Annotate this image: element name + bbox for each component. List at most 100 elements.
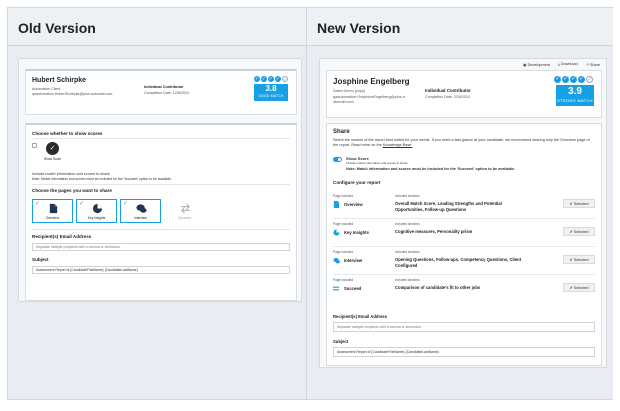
old-candidate-card: Hubert Schirpke Automation Client qaauto… — [25, 69, 297, 115]
candidate-email: qaautomation.HubertSchirpke@plus.automat… — [32, 92, 113, 96]
candidate-role: Automation Client — [32, 87, 61, 91]
pie-chart-icon — [333, 229, 340, 236]
completion-date: Completion Date: 2/28/2024 — [425, 95, 470, 99]
candidate-role: Sales Demo (copy) — [333, 89, 366, 93]
show-score-toggle-icon[interactable]: ✓ — [46, 142, 59, 155]
comparison-frame: Old Version Hubert Schirpke Automation C… — [7, 7, 613, 400]
check-icon: ✓ — [268, 76, 274, 82]
old-share-options: Choose whether to show scores ✓ Show Sco… — [25, 123, 297, 301]
report-row-interview: Page included Included sections Intervie… — [333, 249, 595, 275]
new-candidate-card: Josphine Engelberg Sales Demo (copy) qaa… — [326, 70, 602, 118]
check-icon: ✓ — [123, 201, 129, 207]
old-version-title: Old Version — [8, 8, 306, 46]
recipients-input[interactable]: Separate multiple recipients with a comm… — [32, 243, 290, 251]
check-icon: ✓ — [554, 76, 561, 83]
included-sections: Comparison of candidate's fit to other j… — [395, 285, 481, 290]
divider — [32, 229, 290, 230]
new-share-options: Share Select the version of the report b… — [326, 123, 602, 366]
report-row-overview: Page included Included sections Overview… — [333, 193, 595, 219]
contributor-label: Individual Contributor — [425, 88, 471, 93]
tile-label: Interview — [134, 216, 147, 220]
knowledge-base-link[interactable]: Knowledge Base. — [383, 143, 413, 147]
recipients-label: Recipient(s) Email Address — [333, 314, 388, 319]
show-score-checkbox[interactable] — [32, 143, 37, 148]
tile-label: Succeed — [178, 216, 191, 220]
check-empty-icon: ✓ — [282, 76, 288, 83]
development-button[interactable]: ▣ Development — [523, 62, 550, 67]
report-row-succeed: Page included Included sections Succeed … — [333, 277, 595, 303]
subject-label: Subject — [333, 339, 349, 344]
check-icon: ✓ — [570, 76, 577, 83]
selected-button[interactable]: ✔ Selected — [563, 199, 595, 208]
new-version-title: New Version — [307, 8, 613, 46]
match-score-badge: 3.8 GOOD MATCH — [254, 84, 288, 101]
download-button[interactable]: ⤓ Download — [558, 62, 578, 67]
tile-succeed[interactable]: Succeed — [164, 199, 205, 223]
share-description: Select the version of the report best su… — [333, 138, 590, 147]
tile-label: Overview — [45, 216, 60, 220]
recipients-input[interactable]: Separate multiple recipients with a comm… — [333, 322, 595, 332]
tile-overview[interactable]: ✓ Overview — [32, 199, 73, 223]
old-version-column: Old Version Hubert Schirpke Automation C… — [8, 8, 307, 399]
included-sections: Opening Questions, Follow-ups, Competenc… — [395, 257, 522, 268]
candidate-name: Hubert Schirpke — [32, 77, 87, 84]
show-score-toggle[interactable] — [333, 157, 342, 162]
show-score-label: Show Score — [44, 157, 62, 161]
match-score: 3.8 — [265, 84, 277, 93]
progress-checks: ✓ ✓ ✓ ✓ ✓ — [554, 76, 593, 83]
match-score-label: STRONG MATCH — [557, 98, 593, 103]
check-icon: ✓ — [254, 76, 260, 82]
subject-input[interactable]: Assessment Report of {CandidateFirstName… — [333, 347, 595, 357]
share-button[interactable]: ↗ Share — [586, 62, 600, 67]
contributor-label: Individual Contributor — [144, 85, 184, 89]
tile-label: Key Insights — [87, 216, 106, 220]
report-row-key-insights: Page included Included sections Key Insi… — [333, 221, 595, 247]
selected-button[interactable]: ✔ Selected — [563, 283, 595, 292]
check-icon: ✓ — [562, 76, 569, 83]
succeed-note: Note: Match information and scores must … — [346, 167, 516, 171]
pie-chart-icon — [92, 203, 103, 214]
recipients-label: Recipient(s) Email Address — [32, 234, 92, 239]
tile-key-insights[interactable]: ✓ Key Insights — [76, 199, 117, 223]
subject-label: Subject — [32, 257, 49, 262]
match-score: 3.9 — [568, 86, 582, 97]
arrows-icon — [180, 203, 191, 214]
included-sections: Overall Match Score, Leading Strengths a… — [395, 201, 502, 212]
check-icon: ✓ — [578, 76, 585, 83]
selected-button[interactable]: ✔ Selected — [563, 255, 595, 264]
divider — [32, 184, 290, 185]
top-actions: ▣ Development ⤓ Download ↗ Share — [523, 62, 600, 67]
check-empty-icon: ✓ — [586, 76, 593, 83]
selected-button[interactable]: ✔ Selected — [563, 227, 595, 236]
page-tiles: ✓ Overview ✓ Key Insights ✓ Interview Su… — [32, 199, 205, 223]
document-icon — [333, 201, 340, 208]
match-score-badge: 3.9 STRONG MATCH — [556, 85, 594, 106]
show-score-sub: Include match information and scores to … — [346, 161, 408, 165]
show-scores-heading: Choose whether to show scores — [32, 131, 103, 136]
old-share-panel: Hubert Schirpke Automation Client qaauto… — [18, 58, 302, 302]
arrows-icon — [333, 286, 340, 291]
new-version-body: ▣ Development ⤓ Download ↗ Share Josphin… — [307, 46, 613, 399]
divider — [32, 138, 290, 139]
progress-checks: ✓ ✓ ✓ ✓ ✓ — [254, 76, 288, 83]
new-share-panel: ▣ Development ⤓ Download ↗ Share Josphin… — [319, 58, 607, 368]
page-name: Interview — [344, 258, 363, 263]
configure-heading: Configure your report — [333, 180, 381, 185]
check-icon: ✓ — [275, 76, 281, 82]
old-version-body: Hubert Schirpke Automation Client qaauto… — [8, 46, 306, 399]
included-sections: Cognitive measures, Personality prism — [395, 229, 473, 234]
subject-input[interactable]: Assessment Report of {CandidateFirstName… — [32, 266, 290, 274]
share-heading: Share — [333, 129, 350, 135]
page-name: Key Insights — [344, 230, 369, 235]
candidate-email: qaautomation+JosphineEngelberg@plus.a — [333, 95, 405, 99]
succeed-note: Note: Match information and scores must … — [32, 177, 173, 181]
pages-heading: Choose the pages you want to share — [32, 188, 112, 193]
document-icon — [49, 203, 58, 214]
check-icon: ✓ — [35, 201, 41, 207]
candidate-name: Josphine Engelberg — [333, 77, 410, 86]
page-name: Succeed — [344, 286, 362, 291]
tile-interview[interactable]: ✓ Interview — [120, 199, 161, 223]
candidate-email-cont: utomatl.com — [333, 100, 354, 104]
check-icon: ✓ — [261, 76, 267, 82]
chat-bubbles-icon — [136, 204, 147, 213]
